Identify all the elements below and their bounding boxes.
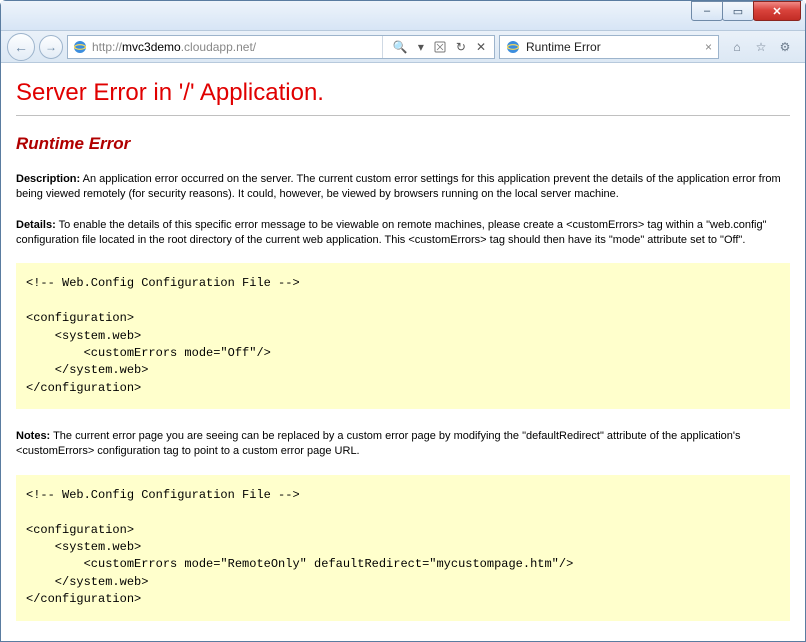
stop-icon[interactable]: ✕ bbox=[472, 40, 490, 54]
config-code-off: <!-- Web.Config Configuration File --> <… bbox=[16, 263, 790, 409]
notes-paragraph: Notes: The current error page you are se… bbox=[16, 429, 790, 459]
back-button[interactable]: ← bbox=[7, 33, 35, 61]
dropdown-icon[interactable]: ▾ bbox=[414, 40, 428, 54]
tab-title: Runtime Error bbox=[526, 40, 601, 54]
tab-favicon-icon bbox=[506, 40, 520, 54]
favorites-icon[interactable]: ☆ bbox=[753, 39, 769, 55]
compat-view-icon[interactable] bbox=[430, 41, 450, 53]
window-buttons: – ▭ ✕ bbox=[692, 1, 801, 21]
window-titlebar: – ▭ ✕ bbox=[1, 1, 805, 31]
notes-text: The current error page you are seeing ca… bbox=[16, 430, 741, 457]
close-button[interactable]: ✕ bbox=[753, 1, 801, 21]
address-url: http://mvc3demo.cloudapp.net/ bbox=[92, 40, 378, 54]
search-icon[interactable]: 🔍 bbox=[389, 40, 412, 54]
address-controls: 🔍 ▾ ↻ ✕ bbox=[382, 36, 490, 58]
description-paragraph: Description: An application error occurr… bbox=[16, 172, 790, 202]
details-paragraph: Details: To enable the details of this s… bbox=[16, 218, 790, 248]
browser-toolbar: ← → http://mvc3demo.cloudapp.net/ 🔍 ▾ ↻ … bbox=[1, 31, 805, 63]
description-label: Description: bbox=[16, 173, 80, 185]
page-subtitle: Runtime Error bbox=[16, 134, 790, 154]
browser-tab[interactable]: Runtime Error × bbox=[499, 35, 719, 59]
ie-favicon-icon bbox=[72, 39, 88, 55]
notes-label: Notes: bbox=[16, 430, 50, 442]
maximize-button[interactable]: ▭ bbox=[722, 1, 754, 21]
tools-icon[interactable]: ⚙ bbox=[777, 39, 793, 55]
details-label: Details: bbox=[16, 219, 56, 231]
address-bar[interactable]: http://mvc3demo.cloudapp.net/ 🔍 ▾ ↻ ✕ bbox=[67, 35, 495, 59]
toolbar-right-icons: ⌂ ☆ ⚙ bbox=[723, 39, 799, 55]
url-protocol: http:// bbox=[92, 40, 122, 54]
config-code-remoteonly: <!-- Web.Config Configuration File --> <… bbox=[16, 475, 790, 621]
minimize-button[interactable]: – bbox=[691, 1, 723, 21]
description-text: An application error occurred on the ser… bbox=[16, 173, 781, 200]
divider bbox=[16, 115, 790, 116]
url-host: mvc3demo bbox=[122, 40, 181, 54]
page-viewport: Server Error in '/' Application. Runtime… bbox=[2, 63, 804, 640]
home-icon[interactable]: ⌂ bbox=[729, 39, 745, 55]
tab-close-icon[interactable]: × bbox=[705, 40, 712, 54]
details-text: To enable the details of this specific e… bbox=[16, 219, 767, 246]
url-path: .cloudapp.net/ bbox=[181, 40, 256, 54]
page-title: Server Error in '/' Application. bbox=[16, 79, 790, 107]
forward-button[interactable]: → bbox=[39, 35, 63, 59]
refresh-icon[interactable]: ↻ bbox=[452, 40, 470, 54]
